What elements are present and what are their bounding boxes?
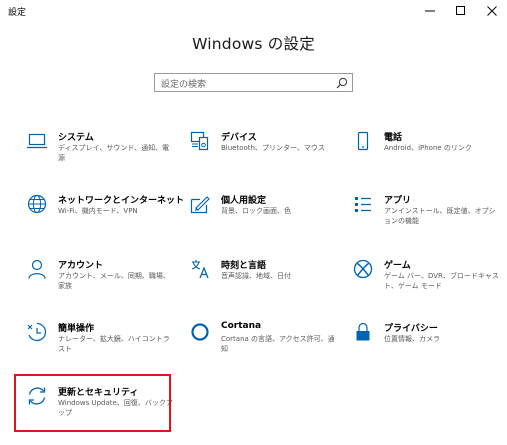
settings-window: 設定 Windows の設定 設定の検索 システム ディスプレイ、サウンド、通知…: [0, 0, 507, 445]
apps-icon: [355, 197, 371, 212]
window-controls: [414, 0, 507, 22]
tile-description: アンインストール、既定値、オプションの機能: [384, 207, 496, 225]
close-button[interactable]: [476, 0, 507, 22]
tile-apps[interactable]: アプリ アンインストール、既定値、オプションの機能: [346, 193, 506, 245]
cortana-icon: [191, 323, 209, 341]
tile-description: 背景、ロック画面、色: [221, 207, 291, 215]
person-icon: [28, 259, 46, 279]
tile-description: Wi-Fi、機内モード、VPN: [58, 207, 138, 215]
tile-time-language[interactable]: 時刻と言語 音声認識、地域、日付: [183, 258, 343, 310]
tile-title: 電話: [384, 133, 403, 143]
tile-devices[interactable]: デバイス Bluetooth、プリンター、マウス: [183, 130, 343, 182]
phone-icon: [357, 131, 369, 151]
tile-title: プライバシー: [384, 324, 438, 334]
title-bar: 設定: [0, 0, 507, 22]
tile-description: ゲーム バー、DVR、ブロードキャスト、ゲーム モード: [384, 272, 499, 290]
search-icon: [336, 77, 348, 89]
tile-phone[interactable]: 電話 Android、iPhone のリンク: [346, 130, 506, 182]
tile-description: アカウント、メール、同期、職場、家族: [58, 272, 170, 290]
page-title: Windows の設定: [192, 35, 315, 53]
tile-description: Bluetooth、プリンター、マウス: [221, 144, 325, 152]
ease-of-access-icon: [27, 322, 47, 342]
tile-gaming[interactable]: ゲーム ゲーム バー、DVR、ブロードキャスト、ゲーム モード: [346, 258, 506, 310]
tile-description: ディスプレイ、サウンド、通知、電源: [58, 144, 170, 162]
tile-description: 音声認識、地域、日付: [221, 272, 291, 280]
tile-title: 簡単操作: [58, 324, 95, 334]
close-icon: [486, 6, 497, 16]
devices-icon: [190, 131, 209, 151]
globe-icon: [27, 194, 47, 214]
search-input[interactable]: 設定の検索: [154, 73, 353, 92]
tile-ease-of-access[interactable]: 簡単操作 ナレーター、拡大鏡、ハイコントラスト: [20, 321, 180, 373]
tile-title: アプリ: [384, 196, 412, 206]
tile-title: ネットワークとインターネット: [58, 196, 185, 206]
tile-privacy[interactable]: プライバシー 位置情報、カメラ: [346, 321, 506, 373]
personalization-icon: [190, 196, 210, 214]
minimize-icon: [424, 10, 435, 12]
tile-title: Cortana: [221, 321, 262, 331]
tile-description: Android、iPhone のリンク: [384, 144, 472, 152]
tile-system[interactable]: システム ディスプレイ、サウンド、通知、電源: [20, 130, 180, 182]
minimize-button[interactable]: [414, 0, 445, 22]
tile-accounts[interactable]: アカウント アカウント、メール、同期、職場、家族: [20, 258, 180, 310]
tile-network[interactable]: ネットワークとインターネット Wi-Fi、機内モード、VPN: [20, 193, 184, 245]
lock-icon: [356, 322, 370, 341]
tile-title: システム: [58, 133, 94, 143]
tile-description: Cortana の言語、アクセス許可、通知: [221, 335, 335, 353]
tile-title: 個人用設定: [221, 196, 267, 206]
language-icon: [191, 260, 209, 279]
xbox-icon: [353, 259, 373, 279]
maximize-button[interactable]: [445, 0, 476, 22]
tile-personalization[interactable]: 個人用設定 背景、ロック画面、色: [183, 193, 343, 245]
highlight-box: [14, 374, 171, 432]
window-title: 設定: [8, 8, 27, 18]
tile-title: アカウント: [58, 261, 104, 271]
tile-title: ゲーム: [384, 261, 411, 271]
tile-description: ナレーター、拡大鏡、ハイコントラスト: [58, 335, 170, 353]
tile-description: 位置情報、カメラ: [384, 335, 440, 343]
tile-title: 時刻と言語: [221, 261, 267, 271]
laptop-icon: [27, 133, 47, 149]
tile-cortana[interactable]: Cortana Cortana の言語、アクセス許可、通知: [183, 321, 343, 373]
search-placeholder: 設定の検索: [161, 80, 207, 90]
tile-title: デバイス: [221, 133, 257, 143]
maximize-icon: [455, 6, 465, 15]
